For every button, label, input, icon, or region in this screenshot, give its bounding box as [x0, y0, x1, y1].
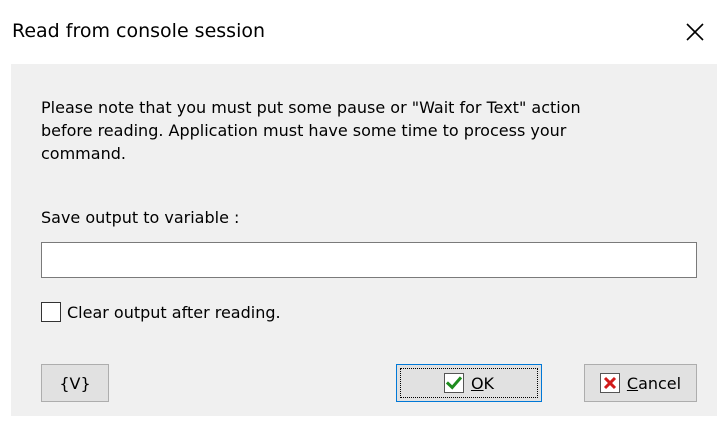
variable-input[interactable] — [41, 242, 697, 278]
checkbox-box[interactable] — [41, 302, 61, 322]
checkmark-icon — [443, 373, 464, 393]
instruction-line: command. — [41, 144, 126, 163]
ok-button[interactable]: OK — [396, 364, 542, 402]
instruction-line: Please note that you must put some pause… — [41, 98, 581, 117]
insert-variable-label: {V} — [59, 373, 91, 393]
close-button[interactable] — [667, 0, 723, 64]
dialog-window: Read from console session Please note th… — [0, 0, 723, 429]
clear-output-label[interactable]: Clear output after reading. — [67, 303, 281, 322]
close-icon — [686, 23, 704, 41]
ok-label: OK — [470, 373, 495, 393]
cancel-label: Cancel — [626, 373, 682, 393]
instruction-text: Please note that you must put some pause… — [41, 96, 701, 165]
window-title: Read from console session — [12, 20, 266, 42]
instruction-line: before reading. Application must have so… — [41, 121, 567, 140]
title-bar: Read from console session — [0, 0, 723, 64]
cancel-button[interactable]: Cancel — [584, 364, 697, 402]
focus-ring — [400, 368, 538, 398]
dialog-body: Please note that you must put some pause… — [11, 64, 717, 416]
variable-label: Save output to variable : — [41, 208, 240, 227]
cross-icon — [599, 373, 620, 393]
insert-variable-button[interactable]: {V} — [41, 364, 109, 402]
clear-output-checkbox[interactable]: Clear output after reading. — [41, 300, 281, 324]
